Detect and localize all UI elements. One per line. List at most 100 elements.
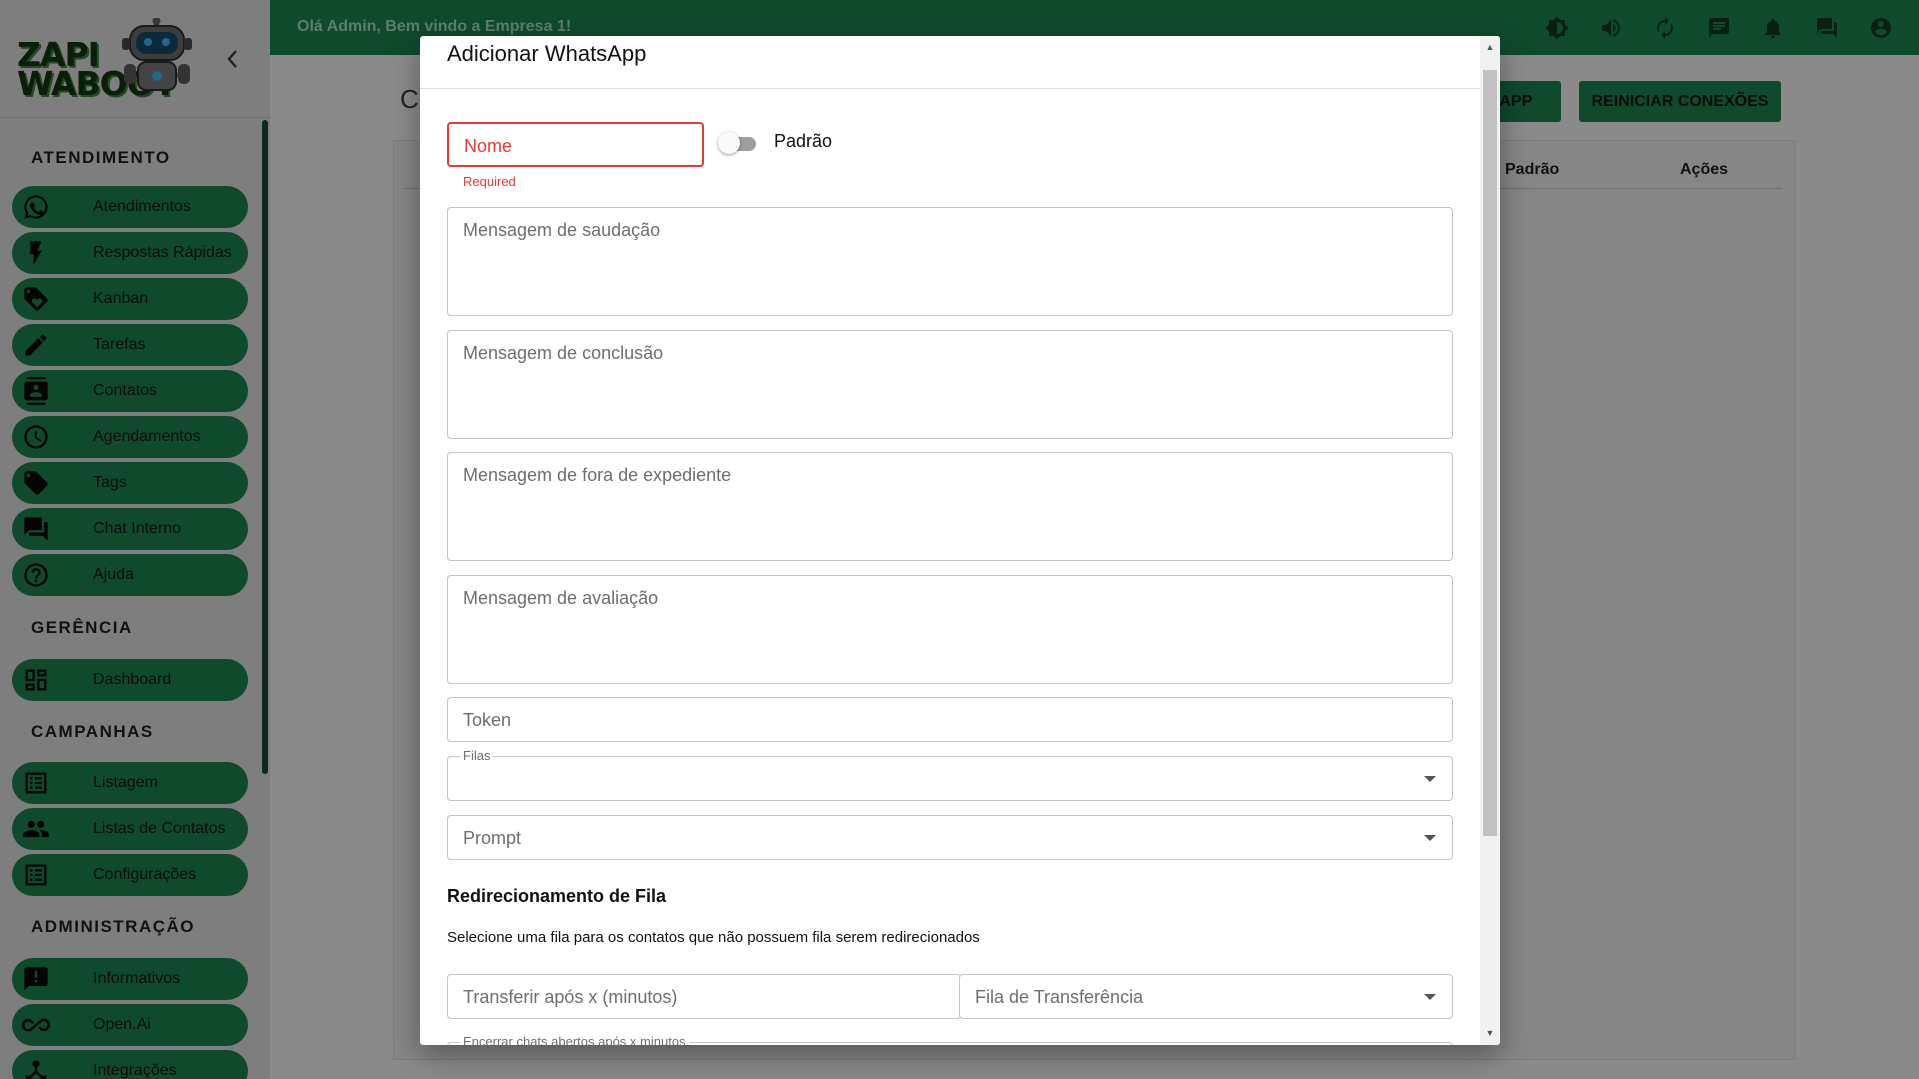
sidebar-item-atendimentos[interactable]: Atendimentos	[12, 186, 248, 228]
chevron-down-icon	[1424, 993, 1436, 1000]
scroll-up-arrow-icon[interactable]: ▲	[1485, 42, 1495, 52]
sidebar-item-label: Kanban	[93, 290, 149, 307]
sidebar-scrollbar[interactable]	[262, 120, 268, 774]
sidebar-item-configuracoes[interactable]: Configurações	[12, 854, 248, 896]
section-administracao: ADMINISTRAÇÃO	[31, 917, 195, 936]
transfer-queue-placeholder: Fila de Transferência	[975, 987, 1144, 1007]
sidebar-item-listas-de-contatos[interactable]: Listas de Contatos	[12, 808, 248, 850]
sidebar-item-label: Chat Interno	[93, 520, 182, 537]
page-title: C	[400, 84, 419, 114]
sidebar-item-label: Integrações	[93, 1062, 177, 1079]
dialog-title: Adicionar WhatsApp	[447, 41, 647, 66]
sidebar-item-tarefas[interactable]: Tarefas	[12, 324, 248, 366]
announcement-icon	[20, 963, 52, 995]
sidebar-item-tags[interactable]: Tags	[12, 462, 248, 504]
sidebar-item-label: Tarefas	[93, 336, 146, 353]
integration-icon	[20, 1055, 52, 1079]
restart-connections-button[interactable]: REINICIAR CONEXÕES	[1579, 81, 1781, 122]
transfer-queue-select[interactable]: Fila de Transferência	[959, 974, 1453, 1019]
list-settings-icon	[20, 859, 52, 891]
logo-area: ZAPI WABOOT	[0, 0, 270, 118]
redirect-heading: Redirecionamento de Fila	[447, 886, 667, 906]
dialog-header: Adicionar WhatsApp	[420, 36, 1480, 89]
default-toggle-label: Padrão	[774, 131, 833, 151]
completion-placeholder: Mensagem de conclusão	[463, 343, 664, 363]
redirect-description: Selecione uma fila para os contatos que …	[447, 929, 980, 946]
name-placeholder: Nome	[464, 136, 513, 156]
sidebar-item-dashboard[interactable]: Dashboard	[12, 659, 248, 701]
scroll-down-arrow-icon[interactable]: ▼	[1485, 1028, 1495, 1038]
prompt-select[interactable]: Prompt	[447, 815, 1453, 860]
chevron-down-icon	[1424, 775, 1436, 782]
sidebar-item-chat-interno[interactable]: Chat Interno	[12, 508, 248, 550]
help-icon	[20, 559, 52, 591]
message-icon[interactable]	[1703, 12, 1735, 44]
people-icon	[20, 813, 52, 845]
sidebar: ZAPI WABOOT ATENDIMENTO Atendimentos Res…	[0, 0, 270, 1079]
sidebar-item-label: Agendamentos	[93, 428, 201, 445]
infinity-icon	[20, 1009, 52, 1041]
sidebar-item-label: Dashboard	[93, 671, 172, 688]
sidebar-item-label: Contatos	[93, 382, 158, 399]
brightness-icon[interactable]	[1541, 12, 1573, 44]
sidebar-item-ajuda[interactable]: Ajuda	[12, 554, 248, 596]
sidebar-item-open-ai[interactable]: Open.Ai	[12, 1004, 248, 1046]
chat-icon	[20, 513, 52, 545]
sidebar-item-respostas-rapidas[interactable]: Respostas Rápidas	[12, 232, 248, 274]
rating-placeholder: Mensagem de avaliação	[463, 588, 659, 608]
volume-icon[interactable]	[1595, 12, 1627, 44]
refresh-icon[interactable]	[1649, 12, 1681, 44]
dialog-scroll-thumb[interactable]	[1483, 70, 1497, 836]
list-icon	[20, 767, 52, 799]
toggle-thumb	[718, 132, 740, 154]
name-field[interactable]: Nome	[447, 122, 704, 167]
out-of-hours-message-field[interactable]: Mensagem de fora de expediente	[447, 452, 1453, 561]
sidebar-item-kanban[interactable]: Kanban	[12, 278, 248, 320]
section-atendimento: ATENDIMENTO	[31, 148, 171, 167]
robot-logo-icon	[122, 18, 192, 91]
dashboard-icon	[20, 664, 52, 696]
sidebar-item-listagem[interactable]: Listagem	[12, 762, 248, 804]
name-error-text: Required	[463, 174, 516, 189]
dialog-scrollbar[interactable]: ▲ ▼	[1480, 36, 1500, 1045]
column-header-actions: Ações	[1680, 161, 1729, 178]
sidebar-item-informativos[interactable]: Informativos	[12, 958, 248, 1000]
greeting-placeholder: Mensagem de saudação	[463, 220, 661, 240]
greeting-message-field[interactable]: Mensagem de saudação	[447, 207, 1453, 316]
sidebar-item-agendamentos[interactable]: Agendamentos	[12, 416, 248, 458]
collapse-sidebar-button[interactable]	[225, 48, 243, 70]
rating-message-field[interactable]: Mensagem de avaliação	[447, 575, 1453, 684]
close-chats-label: Encerrar chats abertos após x minutos	[460, 1034, 689, 1045]
sidebar-item-label: Respostas Rápidas	[93, 244, 232, 261]
transfer-after-placeholder: Transferir após x (minutos)	[463, 987, 678, 1007]
section-gerencia: GERÊNCIA	[31, 618, 133, 637]
sidebar-item-label: Informativos	[93, 970, 181, 987]
whatsapp-icon	[20, 191, 52, 223]
sidebar-item-label: Ajuda	[93, 566, 134, 583]
bell-icon[interactable]	[1757, 12, 1789, 44]
sidebar-item-label: Atendimentos	[93, 198, 191, 215]
forum-icon[interactable]	[1811, 12, 1843, 44]
transfer-after-minutes-field[interactable]: Transferir após x (minutos)	[447, 974, 961, 1019]
top-bar-actions	[1541, 12, 1897, 44]
pencil-icon	[20, 329, 52, 361]
tag-heart-icon	[20, 283, 52, 315]
default-toggle[interactable]	[718, 132, 760, 156]
contact-card-icon	[20, 375, 52, 407]
queues-label: Filas	[460, 748, 494, 763]
sidebar-item-label: Listas de Contatos	[93, 820, 226, 837]
queues-select[interactable]	[447, 756, 1453, 801]
sidebar-item-contatos[interactable]: Contatos	[12, 370, 248, 412]
out-of-hours-placeholder: Mensagem de fora de expediente	[463, 465, 732, 485]
section-campanhas: CAMPANHAS	[31, 722, 154, 741]
chevron-left-icon	[227, 50, 237, 68]
sidebar-item-label: Tags	[93, 474, 127, 491]
token-field[interactable]: Token	[447, 697, 1453, 742]
sidebar-item-label: Listagem	[93, 774, 158, 791]
prompt-placeholder: Prompt	[463, 828, 522, 848]
account-icon[interactable]	[1865, 12, 1897, 44]
chevron-down-icon	[1424, 834, 1436, 841]
token-placeholder: Token	[463, 710, 512, 730]
completion-message-field[interactable]: Mensagem de conclusão	[447, 330, 1453, 439]
sidebar-item-integracoes[interactable]: Integrações	[12, 1050, 248, 1079]
